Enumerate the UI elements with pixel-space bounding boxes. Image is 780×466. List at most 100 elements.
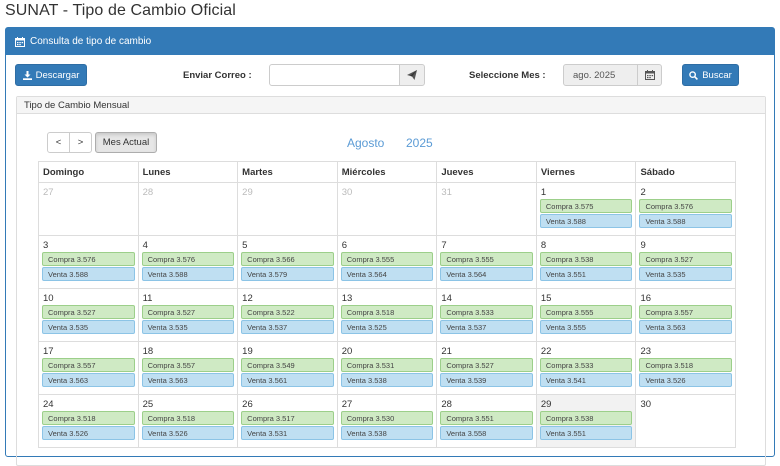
sell-rate-event[interactable]: Venta 3.526: [639, 373, 733, 387]
buy-rate-event[interactable]: Compra 3.555: [539, 305, 633, 319]
calendar-day-cell[interactable]: 23 Compra 3.518 Venta 3.526: [636, 342, 737, 395]
calendar-day-cell[interactable]: 27: [39, 183, 139, 236]
calendar-day-cell[interactable]: 19 Compra 3.549 Venta 3.561: [238, 342, 338, 395]
sell-rate-event[interactable]: Venta 3.563: [141, 373, 235, 387]
buy-rate-event[interactable]: Compra 3.576: [141, 252, 235, 266]
calendar-day-cell[interactable]: 8 Compra 3.538 Venta 3.551: [536, 236, 637, 289]
buy-rate-event[interactable]: Compra 3.517: [241, 411, 334, 425]
calendar-day-cell[interactable]: 14 Compra 3.533 Venta 3.537: [437, 289, 537, 342]
buy-rate-event[interactable]: Compra 3.518: [340, 305, 434, 319]
sell-rate-event[interactable]: Venta 3.579: [241, 267, 334, 281]
buy-rate-event[interactable]: Compra 3.566: [241, 252, 334, 266]
buy-rate-event[interactable]: Compra 3.530: [340, 411, 434, 425]
sell-rate-event[interactable]: Venta 3.561: [241, 373, 334, 387]
calendar-day-cell[interactable]: 13 Compra 3.518 Venta 3.525: [337, 289, 438, 342]
sell-rate-event[interactable]: Venta 3.564: [440, 267, 533, 281]
buy-rate-event[interactable]: Compra 3.551: [440, 411, 533, 425]
buy-rate-event[interactable]: Compra 3.527: [42, 305, 135, 319]
buy-rate-event[interactable]: Compra 3.538: [539, 411, 633, 425]
next-month-button[interactable]: >: [69, 132, 92, 153]
buy-rate-event[interactable]: Compra 3.527: [141, 305, 235, 319]
calendar-day-cell[interactable]: 7 Compra 3.555 Venta 3.564: [437, 236, 537, 289]
calendar-day-cell[interactable]: 12 Compra 3.522 Venta 3.537: [238, 289, 338, 342]
sell-rate-event[interactable]: Venta 3.551: [539, 426, 633, 440]
calendar-day-cell[interactable]: 27 Compra 3.530 Venta 3.538: [337, 395, 438, 448]
sell-rate-event[interactable]: Venta 3.535: [42, 320, 135, 334]
sell-rate-event[interactable]: Venta 3.588: [42, 267, 135, 281]
buy-rate-event[interactable]: Compra 3.557: [42, 358, 135, 372]
buy-rate-event[interactable]: Compra 3.518: [42, 411, 135, 425]
sell-rate-event[interactable]: Venta 3.564: [340, 267, 434, 281]
sell-rate-event[interactable]: Venta 3.555: [539, 320, 633, 334]
sell-rate-event[interactable]: Venta 3.563: [639, 320, 733, 334]
calendar-day-cell[interactable]: 10 Compra 3.527 Venta 3.535: [39, 289, 139, 342]
calendar-day-cell[interactable]: 31: [437, 183, 537, 236]
buy-rate-event[interactable]: Compra 3.549: [241, 358, 334, 372]
sell-rate-event[interactable]: Venta 3.535: [141, 320, 235, 334]
email-input[interactable]: [269, 64, 400, 86]
calendar-day-cell[interactable]: 1 Compra 3.575 Venta 3.588: [536, 183, 637, 236]
calendar-day-cell[interactable]: 17 Compra 3.557 Venta 3.563: [39, 342, 139, 395]
calendar-day-cell[interactable]: 22 Compra 3.533 Venta 3.541: [536, 342, 637, 395]
calendar-day-cell[interactable]: 26 Compra 3.517 Venta 3.531: [238, 395, 338, 448]
buy-rate-event[interactable]: Compra 3.533: [539, 358, 633, 372]
prev-month-button[interactable]: <: [47, 132, 70, 153]
calendar-day-cell[interactable]: 6 Compra 3.555 Venta 3.564: [337, 236, 438, 289]
buy-rate-event[interactable]: Compra 3.557: [141, 358, 235, 372]
buy-rate-event[interactable]: Compra 3.555: [440, 252, 533, 266]
calendar-day-cell[interactable]: 28: [138, 183, 239, 236]
sell-rate-event[interactable]: Venta 3.537: [440, 320, 533, 334]
sell-rate-event[interactable]: Venta 3.558: [440, 426, 533, 440]
sell-rate-event[interactable]: Venta 3.588: [639, 214, 733, 228]
sell-rate-event[interactable]: Venta 3.563: [42, 373, 135, 387]
search-button[interactable]: Buscar: [682, 64, 739, 86]
sell-rate-event[interactable]: Venta 3.541: [539, 373, 633, 387]
calendar-day-cell[interactable]: 9 Compra 3.527 Venta 3.535: [636, 236, 737, 289]
calendar-day-cell[interactable]: 2 Compra 3.576 Venta 3.588: [636, 183, 737, 236]
month-input[interactable]: ago. 2025: [563, 64, 638, 86]
sell-rate-event[interactable]: Venta 3.526: [42, 426, 135, 440]
buy-rate-event[interactable]: Compra 3.518: [639, 358, 733, 372]
buy-rate-event[interactable]: Compra 3.576: [42, 252, 135, 266]
sell-rate-event[interactable]: Venta 3.525: [340, 320, 434, 334]
buy-rate-event[interactable]: Compra 3.555: [340, 252, 434, 266]
calendar-day-cell[interactable]: 5 Compra 3.566 Venta 3.579: [238, 236, 338, 289]
sell-rate-event[interactable]: Venta 3.588: [539, 214, 633, 228]
calendar-day-cell[interactable]: 4 Compra 3.576 Venta 3.588: [138, 236, 239, 289]
calendar-day-cell[interactable]: 29 Compra 3.538 Venta 3.551: [536, 395, 637, 448]
sell-rate-event[interactable]: Venta 3.531: [241, 426, 334, 440]
sell-rate-event[interactable]: Venta 3.526: [141, 426, 235, 440]
calendar-day-cell[interactable]: 3 Compra 3.576 Venta 3.588: [39, 236, 139, 289]
buy-rate-event[interactable]: Compra 3.527: [440, 358, 533, 372]
calendar-day-cell[interactable]: 28 Compra 3.551 Venta 3.558: [437, 395, 537, 448]
download-button[interactable]: Descargar: [15, 64, 87, 86]
calendar-day-cell[interactable]: 16 Compra 3.557 Venta 3.563: [636, 289, 737, 342]
sell-rate-event[interactable]: Venta 3.588: [141, 267, 235, 281]
buy-rate-event[interactable]: Compra 3.533: [440, 305, 533, 319]
sell-rate-event[interactable]: Venta 3.537: [241, 320, 334, 334]
buy-rate-event[interactable]: Compra 3.531: [340, 358, 434, 372]
sell-rate-event[interactable]: Venta 3.538: [340, 426, 434, 440]
buy-rate-event[interactable]: Compra 3.518: [141, 411, 235, 425]
current-month-button[interactable]: Mes Actual: [95, 132, 157, 153]
sell-rate-event[interactable]: Venta 3.551: [539, 267, 633, 281]
send-email-button[interactable]: [399, 64, 425, 86]
calendar-day-cell[interactable]: 11 Compra 3.527 Venta 3.535: [138, 289, 239, 342]
buy-rate-event[interactable]: Compra 3.557: [639, 305, 733, 319]
calendar-day-cell[interactable]: 18 Compra 3.557 Venta 3.563: [138, 342, 239, 395]
calendar-day-cell[interactable]: 24 Compra 3.518 Venta 3.526: [39, 395, 139, 448]
calendar-day-cell[interactable]: 21 Compra 3.527 Venta 3.539: [437, 342, 537, 395]
month-picker-button[interactable]: [637, 64, 662, 86]
calendar-day-cell[interactable]: 20 Compra 3.531 Venta 3.538: [337, 342, 438, 395]
calendar-day-cell[interactable]: 25 Compra 3.518 Venta 3.526: [138, 395, 239, 448]
sell-rate-event[interactable]: Venta 3.539: [440, 373, 533, 387]
calendar-day-cell[interactable]: 29: [238, 183, 338, 236]
calendar-day-cell[interactable]: 30: [337, 183, 438, 236]
buy-rate-event[interactable]: Compra 3.527: [639, 252, 733, 266]
sell-rate-event[interactable]: Venta 3.535: [639, 267, 733, 281]
sell-rate-event[interactable]: Venta 3.538: [340, 373, 434, 387]
buy-rate-event[interactable]: Compra 3.522: [241, 305, 334, 319]
buy-rate-event[interactable]: Compra 3.575: [539, 199, 633, 213]
buy-rate-event[interactable]: Compra 3.538: [539, 252, 633, 266]
buy-rate-event[interactable]: Compra 3.576: [639, 199, 733, 213]
